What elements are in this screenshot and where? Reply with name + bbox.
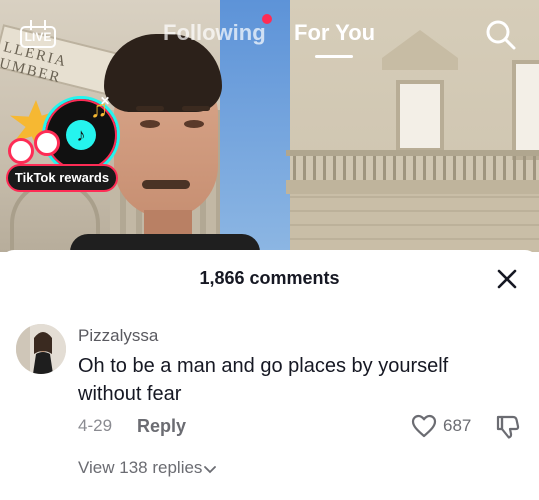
view-replies-link[interactable]: View 138 replies (78, 458, 217, 479)
reply-button[interactable]: Reply (137, 416, 186, 437)
comment-username[interactable]: Pizzalyssa (78, 326, 158, 346)
tiktok-logo-icon: ♪ (66, 120, 96, 150)
live-label: LIVE (24, 30, 52, 44)
comment-item: Pizzalyssa Oh to be a man and go places … (0, 310, 539, 490)
film-reel-icon (34, 130, 60, 156)
tiktok-rewards-badge[interactable]: ♪ ♫ ✕ TikTok rewards (6, 94, 124, 194)
live-icon[interactable]: LIVE (20, 20, 56, 48)
comments-sheet: 1,866 comments Pizzalyssa Oh to be a man… (0, 250, 539, 500)
chevron-down-icon (204, 459, 217, 479)
rewards-label: TikTok rewards (6, 164, 118, 192)
comments-count-title: 1,866 comments (199, 268, 340, 288)
view-replies-label: View 138 replies (78, 458, 203, 477)
avatar[interactable] (16, 324, 66, 374)
tab-following[interactable]: Following (163, 20, 266, 46)
thumbs-down-icon[interactable] (494, 414, 520, 440)
like-count: 687 (443, 416, 472, 435)
top-navigation: LIVE Following For You (0, 0, 539, 70)
search-icon[interactable] (484, 18, 518, 52)
notification-dot (262, 14, 272, 24)
comment-date: 4-29 (78, 416, 113, 435)
heart-icon[interactable] (411, 414, 437, 438)
close-icon[interactable] (496, 268, 518, 290)
comment-text: Oh to be a man and go places by yourself… (78, 355, 449, 405)
badge-close-icon[interactable]: ✕ (100, 94, 110, 108)
active-tab-indicator (315, 55, 353, 58)
tab-for-you[interactable]: For You (294, 20, 375, 46)
film-reel-icon (8, 138, 34, 164)
